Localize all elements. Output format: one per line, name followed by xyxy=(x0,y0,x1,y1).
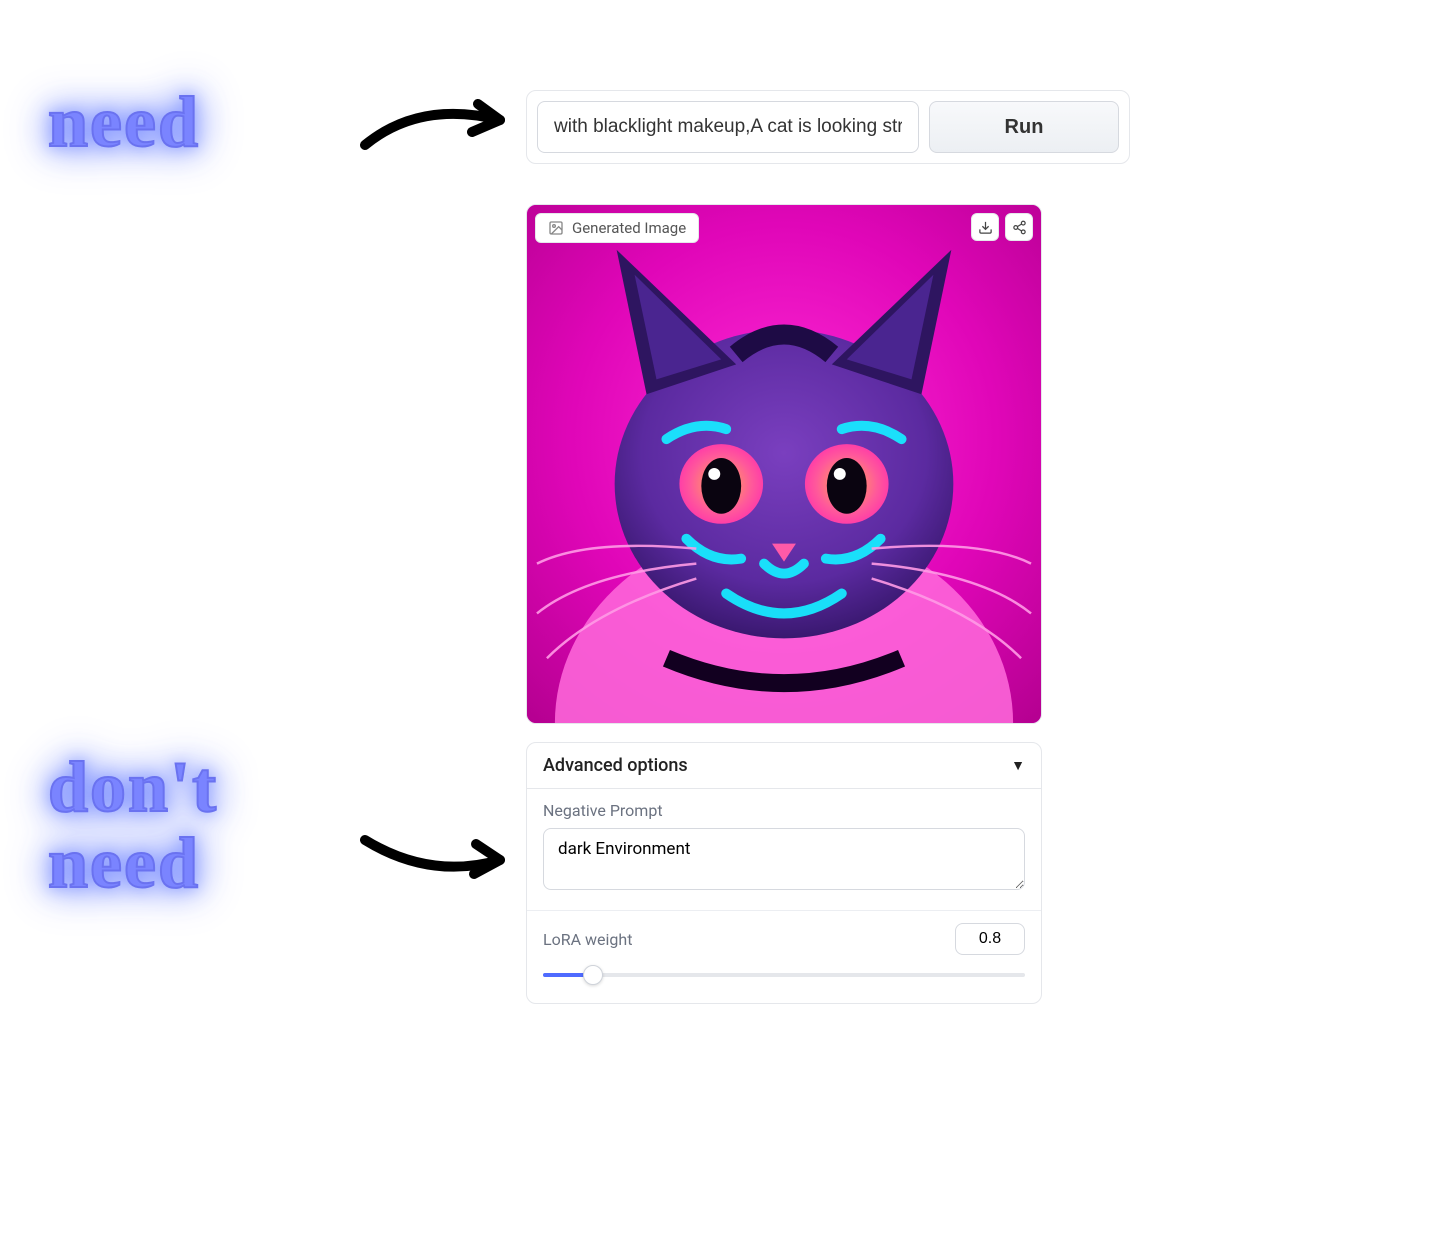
generated-image-card: Generated Image xyxy=(526,204,1042,724)
advanced-options-title: Advanced options xyxy=(543,755,688,776)
share-button[interactable] xyxy=(1005,213,1033,241)
negative-prompt-label: Negative Prompt xyxy=(543,801,1025,820)
lora-weight-group: LoRA weight xyxy=(527,911,1041,1003)
annotation-dont-need: don't need xyxy=(48,750,218,901)
generated-image-label: Generated Image xyxy=(535,213,699,243)
prompt-input[interactable] xyxy=(537,101,919,153)
lora-weight-label: LoRA weight xyxy=(543,930,632,949)
negative-prompt-input[interactable] xyxy=(543,828,1025,890)
image-icon xyxy=(548,220,564,236)
generated-image xyxy=(527,205,1041,723)
prompt-panel: Run xyxy=(526,90,1130,164)
advanced-options-toggle[interactable]: Advanced options ▼ xyxy=(527,743,1041,788)
run-button[interactable]: Run xyxy=(929,101,1119,153)
arrow-icon xyxy=(360,820,520,890)
share-icon xyxy=(1012,220,1027,235)
slider-thumb[interactable] xyxy=(583,965,603,985)
lora-weight-input[interactable] xyxy=(955,923,1025,955)
chevron-down-icon: ▼ xyxy=(1011,757,1025,774)
negative-prompt-group: Negative Prompt xyxy=(527,789,1041,911)
slider-track xyxy=(543,973,1025,977)
advanced-options-panel: Advanced options ▼ Negative Prompt LoRA … xyxy=(526,742,1042,1004)
annotation-need: need xyxy=(48,85,200,161)
lora-weight-slider[interactable] xyxy=(543,963,1025,987)
download-button[interactable] xyxy=(971,213,999,241)
generated-image-label-text: Generated Image xyxy=(572,219,686,237)
image-actions xyxy=(971,213,1033,241)
arrow-icon xyxy=(360,90,520,160)
download-icon xyxy=(978,220,993,235)
